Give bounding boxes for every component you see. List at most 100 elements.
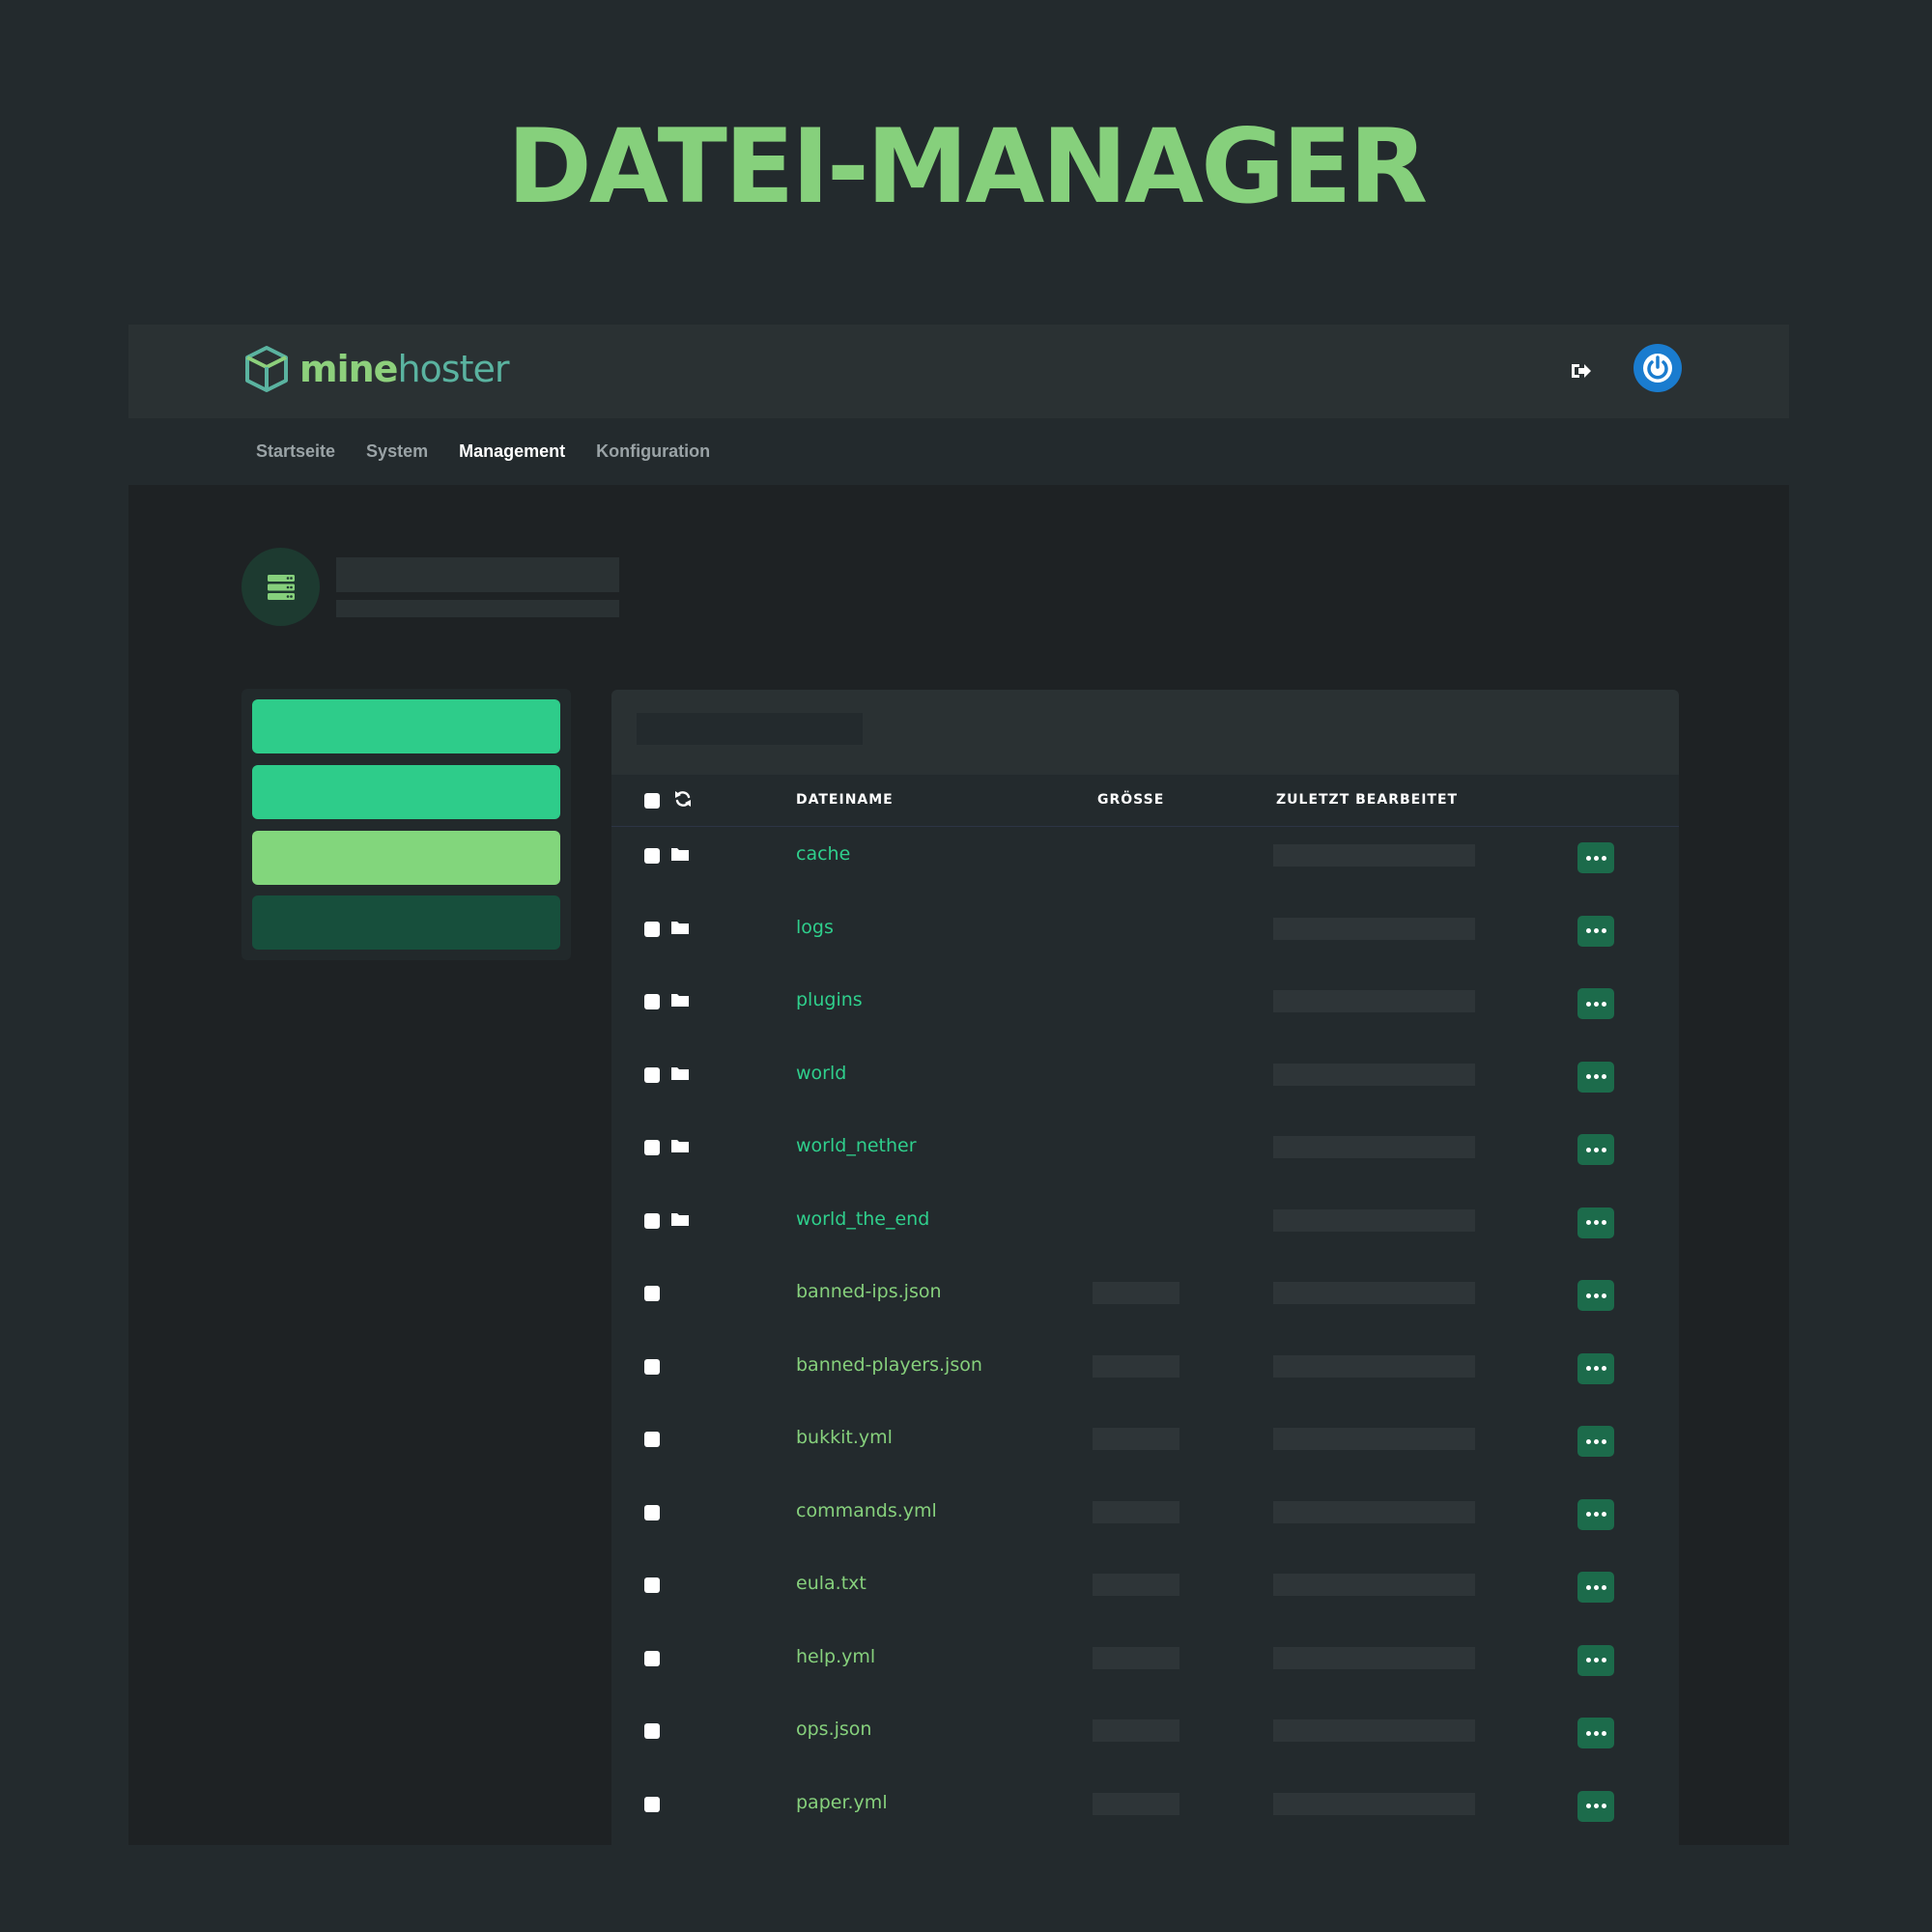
more-actions-button[interactable]	[1577, 1207, 1614, 1238]
row-checkbox[interactable]	[644, 1140, 660, 1155]
file-size-placeholder	[1093, 1719, 1179, 1742]
table-row[interactable]: plugins	[611, 973, 1679, 1031]
brand-logo[interactable]: minehoster	[242, 344, 510, 394]
more-actions-button[interactable]	[1577, 842, 1614, 873]
sidebar-action-button-1[interactable]	[252, 699, 560, 753]
file-name-link[interactable]: bukkit.yml	[796, 1427, 893, 1448]
more-actions-button[interactable]	[1577, 1718, 1614, 1748]
main-nav: Startseite System Management Konfigurati…	[128, 418, 1789, 485]
ellipsis-dot-icon	[1593, 928, 1599, 933]
select-all-checkbox[interactable]	[644, 793, 660, 809]
modified-date-placeholder	[1273, 1500, 1475, 1523]
ellipsis-dot-icon	[1585, 1584, 1591, 1590]
modified-date-placeholder	[1273, 1719, 1475, 1742]
more-actions-button[interactable]	[1577, 915, 1614, 947]
ellipsis-dot-icon	[1593, 1438, 1599, 1444]
table-row[interactable]: world_the_end	[611, 1192, 1679, 1250]
file-name-link[interactable]: banned-players.json	[796, 1354, 982, 1376]
table-row[interactable]: logs	[611, 900, 1679, 958]
nav-item-startseite[interactable]: Startseite	[256, 441, 335, 462]
file-name-link[interactable]: commands.yml	[796, 1500, 937, 1521]
more-actions-button[interactable]	[1577, 1352, 1614, 1384]
brand-name-part2: hoster	[397, 348, 509, 390]
ellipsis-dot-icon	[1601, 1001, 1606, 1007]
ellipsis-dot-icon	[1601, 1074, 1606, 1079]
row-checkbox[interactable]	[644, 1504, 660, 1520]
row-checkbox[interactable]	[644, 1212, 660, 1229]
ellipsis-dot-icon	[1585, 1147, 1591, 1152]
column-header-name[interactable]: DATEINAME	[796, 792, 894, 808]
file-size-placeholder	[1093, 1646, 1179, 1669]
sidebar-action-button-3[interactable]	[252, 831, 560, 885]
table-row[interactable]: paper.yml	[611, 1776, 1679, 1833]
column-header-size[interactable]: GRÖSSE	[1097, 792, 1164, 808]
more-actions-button[interactable]	[1577, 1644, 1614, 1676]
table-header: DATEINAME GRÖSSE ZULETZT BEARBEITET	[611, 775, 1679, 827]
file-name-link[interactable]: cache	[796, 843, 850, 865]
ellipsis-dot-icon	[1585, 1438, 1591, 1444]
row-checkbox[interactable]	[644, 921, 660, 937]
file-name-link[interactable]: help.yml	[796, 1646, 875, 1667]
file-size-placeholder	[1093, 1354, 1179, 1378]
table-row[interactable]: ops.json	[611, 1702, 1679, 1760]
more-actions-button[interactable]	[1577, 1061, 1614, 1093]
more-actions-button[interactable]	[1577, 1572, 1614, 1603]
row-checkbox[interactable]	[644, 1796, 660, 1812]
nav-item-konfiguration[interactable]: Konfiguration	[596, 441, 710, 462]
row-checkbox[interactable]	[644, 1723, 660, 1739]
table-row[interactable]: world_nether	[611, 1119, 1679, 1177]
logout-icon[interactable]	[1568, 358, 1593, 384]
nav-item-management[interactable]: Management	[459, 441, 565, 462]
ellipsis-dot-icon	[1601, 855, 1606, 861]
sidebar-action-button-2[interactable]	[252, 765, 560, 819]
more-actions-button[interactable]	[1577, 1280, 1614, 1311]
modified-date-placeholder	[1273, 1136, 1475, 1158]
more-actions-button[interactable]	[1577, 1134, 1614, 1165]
table-row[interactable]: banned-ips.json	[611, 1264, 1679, 1322]
table-row[interactable]: eula.txt	[611, 1556, 1679, 1614]
table-row[interactable]: bukkit.yml	[611, 1410, 1679, 1468]
more-actions-button[interactable]	[1577, 988, 1614, 1019]
more-actions-button[interactable]	[1577, 1790, 1614, 1822]
row-checkbox[interactable]	[644, 1066, 660, 1083]
modified-date-placeholder	[1273, 917, 1475, 940]
file-name-link[interactable]: logs	[796, 917, 834, 938]
file-name-link[interactable]: banned-ips.json	[796, 1281, 942, 1302]
folder-icon	[671, 921, 689, 934]
nav-item-system[interactable]: System	[366, 441, 428, 462]
table-row[interactable]: help.yml	[611, 1630, 1679, 1688]
row-checkbox[interactable]	[644, 1577, 660, 1593]
file-name-link[interactable]: plugins	[796, 989, 863, 1010]
modified-date-placeholder	[1273, 1282, 1475, 1304]
file-name-link[interactable]: world_the_end	[796, 1208, 929, 1230]
power-button[interactable]	[1634, 344, 1682, 392]
table-row[interactable]: world	[611, 1046, 1679, 1104]
table-row[interactable]: cache	[611, 827, 1679, 885]
ellipsis-dot-icon	[1585, 1001, 1591, 1007]
file-name-link[interactable]: world	[796, 1063, 846, 1084]
file-name-link[interactable]: eula.txt	[796, 1573, 867, 1594]
sidebar-action-button-4[interactable]	[252, 895, 560, 950]
ellipsis-dot-icon	[1593, 1730, 1599, 1736]
file-size-placeholder	[1093, 1792, 1179, 1815]
brand-name-part1: mine	[299, 348, 398, 390]
row-checkbox[interactable]	[644, 994, 660, 1009]
column-header-modified[interactable]: ZULETZT BEARBEITET	[1276, 792, 1458, 808]
ellipsis-dot-icon	[1585, 1804, 1591, 1808]
more-actions-button[interactable]	[1577, 1498, 1614, 1530]
ellipsis-dot-icon	[1585, 1074, 1591, 1079]
file-name-link[interactable]: paper.yml	[796, 1792, 888, 1813]
file-name-link[interactable]: world_nether	[796, 1135, 917, 1156]
more-actions-button[interactable]	[1577, 1426, 1614, 1457]
ellipsis-dot-icon	[1593, 1147, 1599, 1152]
cube-logo-icon	[245, 346, 288, 392]
table-row[interactable]: banned-players.json	[611, 1338, 1679, 1396]
row-checkbox[interactable]	[644, 1358, 660, 1375]
row-checkbox[interactable]	[644, 1432, 660, 1447]
file-name-link[interactable]: ops.json	[796, 1719, 871, 1740]
table-row[interactable]: commands.yml	[611, 1484, 1679, 1542]
row-checkbox[interactable]	[644, 1650, 660, 1666]
row-checkbox[interactable]	[644, 1286, 660, 1301]
row-checkbox[interactable]	[644, 848, 660, 864]
refresh-icon[interactable]	[673, 789, 693, 809]
